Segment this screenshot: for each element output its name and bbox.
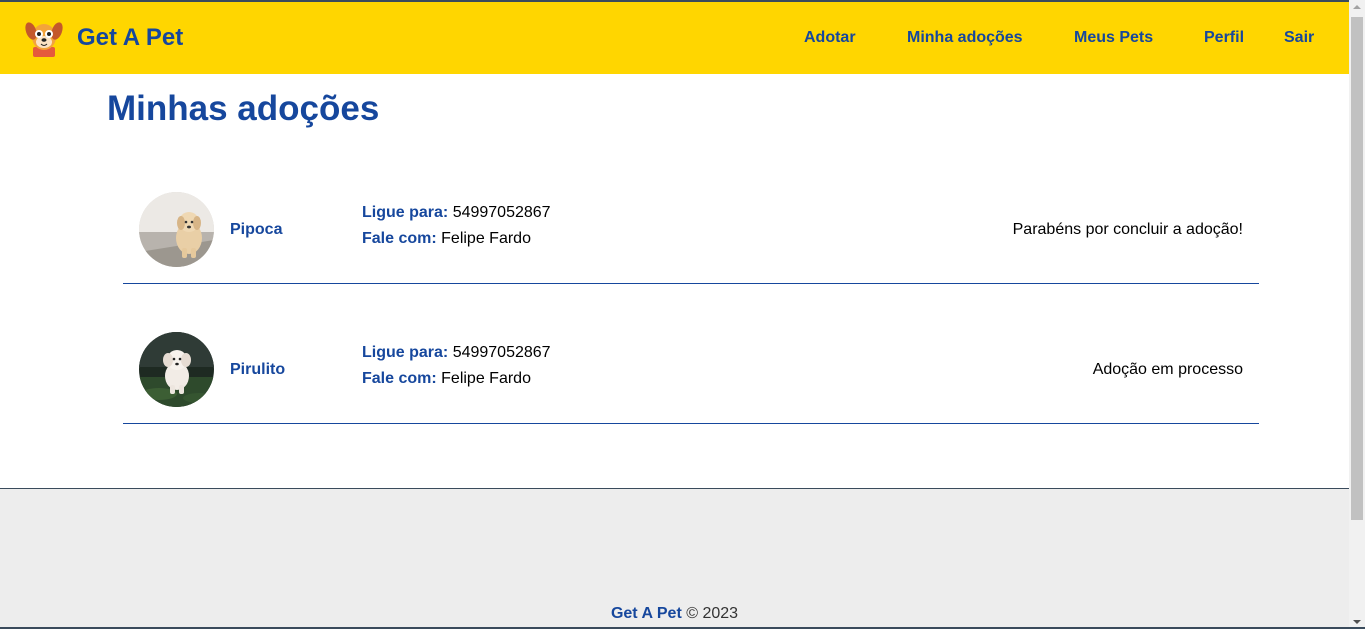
footer-text: Get A Pet © 2023 xyxy=(0,605,1349,623)
phone-line: Ligue para: 54997052867 xyxy=(362,340,551,366)
scroll-up-arrow-icon[interactable] xyxy=(1353,5,1361,9)
vertical-scrollbar[interactable] xyxy=(1349,0,1365,629)
pet-photo xyxy=(139,192,214,267)
contact-info: Ligue para: 54997052867 Fale com: Felipe… xyxy=(362,340,551,392)
navbar: Get A Pet Adotar Minha adoções Meus Pets… xyxy=(0,2,1349,74)
phone-number: 54997052867 xyxy=(452,344,551,361)
phone-number: 54997052867 xyxy=(452,204,551,221)
scroll-thumb[interactable] xyxy=(1351,17,1363,520)
contact-label: Fale com: xyxy=(362,230,437,247)
adoption-row: Pipoca Ligue para: 54997052867 Fale com:… xyxy=(123,174,1259,284)
contact-line: Fale com: Felipe Fardo xyxy=(362,366,551,392)
puppy-photo-icon xyxy=(139,192,214,267)
page-title: Minhas adoções xyxy=(107,89,380,128)
brand-name: Get A Pet xyxy=(77,24,184,51)
adoption-row: Pirulito Ligue para: 54997052867 Fale co… xyxy=(123,314,1259,424)
scroll-down-arrow-icon[interactable] xyxy=(1353,620,1361,624)
nav-minha-adocoes[interactable]: Minha adoções xyxy=(907,29,1023,47)
footer-brand: Get A Pet xyxy=(610,605,682,622)
adoption-status: Adoção em processo xyxy=(1092,361,1243,378)
contact-name: Felipe Fardo xyxy=(441,230,531,247)
phone-label: Ligue para: xyxy=(362,344,449,361)
pet-name[interactable]: Pirulito xyxy=(230,361,285,379)
contact-info: Ligue para: 54997052867 Fale com: Felipe… xyxy=(362,200,551,252)
nav-adotar[interactable]: Adotar xyxy=(804,29,856,47)
footer: Get A Pet © 2023 xyxy=(0,488,1349,629)
contact-name: Felipe Fardo xyxy=(441,370,531,387)
nav-sair[interactable]: Sair xyxy=(1284,29,1314,47)
contact-label: Fale com: xyxy=(362,370,437,387)
adoption-status: Parabéns por concluir a adoção! xyxy=(1012,221,1243,238)
contact-line: Fale com: Felipe Fardo xyxy=(362,226,551,252)
brand-link[interactable]: Get A Pet xyxy=(25,16,183,60)
nav-perfil[interactable]: Perfil xyxy=(1204,29,1244,47)
footer-copyright: © 2023 xyxy=(686,605,739,622)
puppy-photo-icon xyxy=(139,332,214,407)
phone-label: Ligue para: xyxy=(362,204,449,221)
phone-line: Ligue para: 54997052867 xyxy=(362,200,551,226)
pet-photo xyxy=(139,332,214,407)
nav-meus-pets[interactable]: Meus Pets xyxy=(1074,29,1153,47)
dog-logo-icon xyxy=(25,22,63,57)
pet-name[interactable]: Pipoca xyxy=(230,221,282,239)
